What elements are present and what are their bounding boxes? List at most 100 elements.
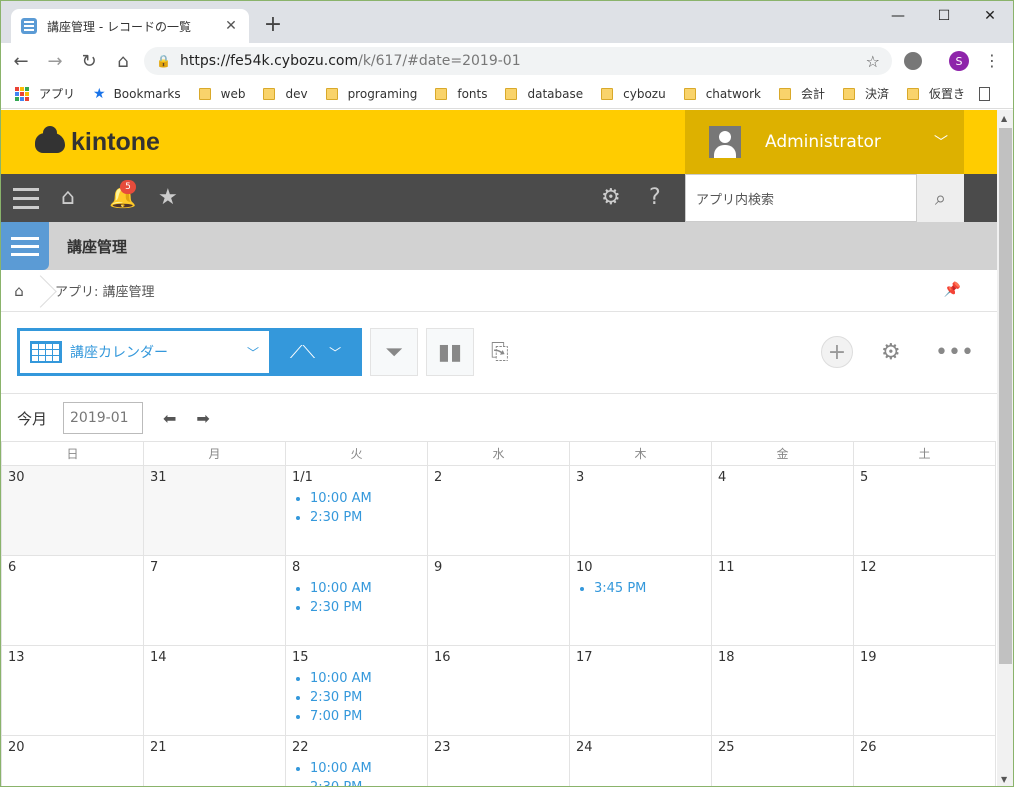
calendar-day-cell[interactable]: 19 (853, 645, 996, 736)
scroll-down-arrow-icon[interactable]: ▼ (1001, 775, 1007, 784)
pin-icon[interactable]: 📌 (944, 282, 961, 298)
page-scrollbar[interactable]: ▲ ▼ (997, 110, 1013, 786)
calendar-day-cell[interactable]: 14 (143, 645, 286, 736)
new-tab-icon[interactable]: + (261, 13, 285, 37)
bookmark-folder-chatwork[interactable]: chatwork (683, 86, 761, 101)
back-icon[interactable]: ← (7, 47, 35, 75)
scrollbar-thumb[interactable] (999, 128, 1012, 664)
settings-gear-icon[interactable]: ⚙ (601, 186, 621, 210)
calendar-day-cell[interactable]: 103:45 PM (569, 555, 712, 646)
calendar-day-cell[interactable]: 7 (143, 555, 286, 646)
minimize-icon[interactable]: — (875, 1, 921, 31)
calendar-day-cell[interactable]: 8 10:00 AM 2:30 PM (285, 555, 428, 646)
event-link[interactable]: 2:30 PM (310, 778, 421, 786)
search-icon[interactable]: ⌕ (917, 174, 964, 222)
breadcrumb-app[interactable]: アプリ: 講座管理 (55, 281, 155, 300)
event-link[interactable]: 10:00 AM (310, 579, 421, 598)
scroll-up-arrow-icon[interactable]: ▲ (1001, 114, 1007, 123)
app-settings-gear-icon[interactable]: ⚙ (881, 340, 901, 365)
event-link[interactable]: 2:30 PM (310, 508, 421, 527)
folder-icon (435, 87, 448, 100)
bookmark-folder-programing[interactable]: programing (325, 87, 417, 101)
calendar-day-cell[interactable]: 26 (853, 735, 996, 786)
bookmark-folder-kessai[interactable]: 決済 (843, 85, 889, 102)
event-link[interactable]: 10:00 AM (310, 759, 421, 778)
home-icon[interactable]: ⌂ (109, 47, 137, 75)
event-link[interactable]: 2:30 PM (310, 598, 421, 617)
calendar-day-cell[interactable]: 31 (143, 465, 286, 556)
calendar-day-cell[interactable]: 24 (569, 735, 712, 786)
calendar-day-cell[interactable]: 2 (427, 465, 570, 556)
favorites-star-icon[interactable]: ★ (158, 186, 178, 210)
bookmark-folder-fonts[interactable]: fonts (435, 87, 487, 101)
month-input[interactable] (63, 402, 144, 434)
calendar-day-cell[interactable]: 1510:00 AM 2:30 PM 7:00 PM (285, 645, 428, 736)
folder-icon (683, 87, 696, 100)
bookmark-folder-kaikei[interactable]: 会計 (779, 85, 825, 102)
kintone-logo[interactable]: kintone (35, 125, 160, 157)
bookmark-folder-karioki[interactable]: 仮置き (907, 85, 965, 102)
bookmark-label: chatwork (705, 86, 761, 101)
add-record-button[interactable]: + (821, 336, 853, 368)
close-tab-icon[interactable]: ✕ (223, 18, 239, 34)
calendar-day-cell[interactable]: 12 (853, 555, 996, 646)
user-menu[interactable]: Administrator ﹀ (685, 110, 964, 174)
bookmark-apps[interactable]: アプリ (15, 85, 75, 102)
app-name: 講座管理 (67, 237, 128, 256)
browser-tab[interactable]: 講座管理 - レコードの一覧 ✕ (11, 9, 249, 43)
help-icon[interactable]: ? (649, 186, 661, 210)
filter-icon[interactable]: ⏷ (370, 328, 418, 376)
calendar-day-cell[interactable]: 4 (711, 465, 854, 556)
app-search-input[interactable]: アプリ内検索 (685, 174, 917, 222)
calendar-day-cell[interactable]: 2210:00 AM 2:30 PM (285, 735, 428, 786)
calendar-day-cell[interactable]: 16 (427, 645, 570, 736)
calendar-day-cell[interactable]: 21 (143, 735, 286, 786)
prev-month-arrow-icon[interactable]: ⬅ (163, 409, 176, 428)
maximize-icon[interactable]: ☐ (921, 1, 967, 31)
day-number: 13 (8, 650, 25, 665)
calendar-day-cell[interactable]: 25 (711, 735, 854, 786)
calendar-day-cell[interactable]: 30 (1, 465, 144, 556)
bar-chart-icon[interactable]: ▮▮ (426, 328, 474, 376)
profile-avatar[interactable]: S (949, 51, 969, 71)
calendar-day-cell[interactable]: 6 (1, 555, 144, 646)
calendar-day-cell[interactable]: 1/1 10:00 AM 2:30 PM (285, 465, 428, 556)
calendar-day-cell[interactable]: 20 (1, 735, 144, 786)
event-link[interactable]: 10:00 AM (310, 669, 421, 688)
view-selector[interactable]: 講座カレンダー ﹀ (17, 328, 269, 376)
hamburger-menu-icon[interactable] (13, 188, 39, 215)
calendar-day-cell[interactable]: 5 (853, 465, 996, 556)
bookmark-folder-database[interactable]: database (505, 87, 583, 101)
bookmark-bookmarks[interactable]: ★ Bookmarks (93, 86, 181, 102)
close-window-icon[interactable]: ✕ (967, 1, 1013, 31)
reload-icon[interactable]: ↻ (75, 47, 103, 75)
bookmark-page[interactable] (979, 86, 991, 101)
calendar-day-cell[interactable]: 9 (427, 555, 570, 646)
calendar-day-cell[interactable]: 23 (427, 735, 570, 786)
extension-icon[interactable] (904, 52, 922, 70)
folder-icon (601, 87, 614, 100)
calendar-day-cell[interactable]: 18 (711, 645, 854, 736)
portal-home-icon[interactable]: ⌂ (61, 186, 75, 210)
event-link[interactable]: 2:30 PM (310, 688, 421, 707)
bookmark-folder-cybozu[interactable]: cybozu (601, 87, 666, 101)
browser-menu-icon[interactable]: ⋮ (984, 51, 1000, 71)
next-month-arrow-icon[interactable]: ➡ (196, 409, 209, 428)
this-month-button[interactable]: 今月 (17, 408, 47, 429)
bookmark-star-icon[interactable]: ☆ (866, 52, 880, 71)
more-options-icon[interactable]: ••• (935, 340, 974, 365)
bookmark-folder-web[interactable]: web (198, 87, 245, 101)
calendar-day-cell[interactable]: 17 (569, 645, 712, 736)
calendar-day-cell[interactable]: 13 (1, 645, 144, 736)
event-link[interactable]: 3:45 PM (594, 579, 705, 598)
calendar-day-cell[interactable]: 3 (569, 465, 712, 556)
url-omnibox[interactable]: 🔒 https://fe54k.cybozu.com/k/617/#date=2… (144, 47, 892, 75)
event-link[interactable]: 10:00 AM (310, 489, 421, 508)
event-link[interactable]: 7:00 PM (310, 707, 421, 726)
lock-icon[interactable]: 🔒 (156, 54, 171, 68)
graph-selector[interactable]: ⟋⟍ ﹀ (269, 328, 362, 376)
bookmark-folder-dev[interactable]: dev (263, 87, 308, 101)
export-file-icon[interactable]: ⎘ (491, 340, 509, 365)
forward-icon[interactable]: → (41, 47, 69, 75)
calendar-day-cell[interactable]: 11 (711, 555, 854, 646)
